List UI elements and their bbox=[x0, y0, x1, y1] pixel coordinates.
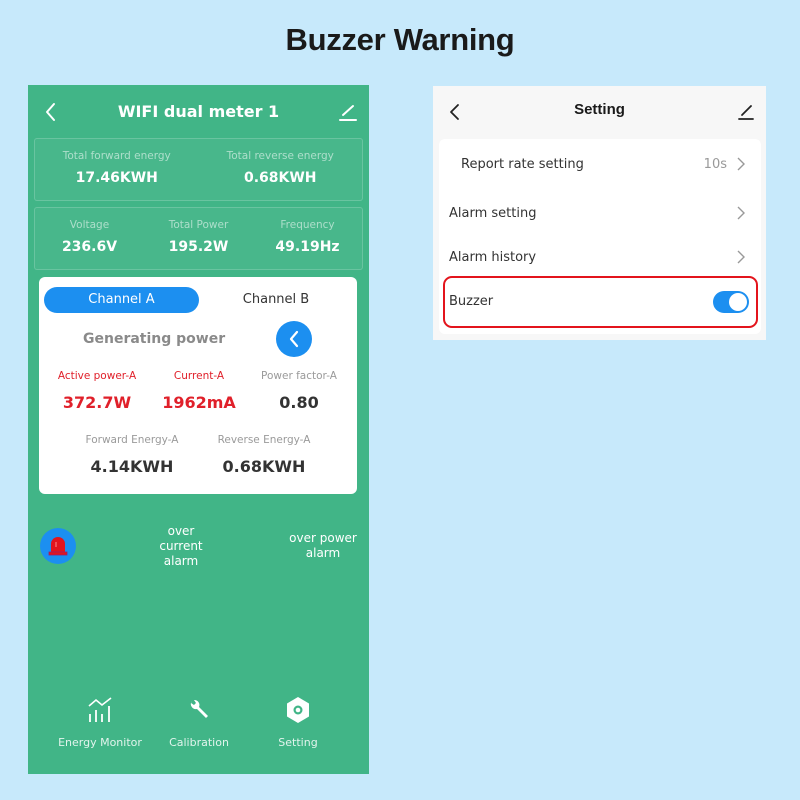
row-value: 10s bbox=[703, 157, 727, 172]
power-status: Generating power bbox=[83, 331, 226, 347]
alarm-line: alarm bbox=[163, 554, 199, 568]
reverse-energy-value: 0.68KWH bbox=[222, 457, 306, 476]
report-rate-row[interactable]: Report rate setting 10s bbox=[439, 145, 761, 185]
frequency-reading: Frequency 49.19Hz bbox=[253, 208, 362, 269]
stat-label: Total Power bbox=[168, 219, 229, 231]
row-label: Alarm setting bbox=[449, 206, 537, 221]
nav-setting[interactable]: Setting bbox=[243, 695, 353, 749]
wrench-icon bbox=[144, 695, 254, 725]
stat-value: 17.46KWH bbox=[75, 170, 158, 186]
meter-screen: WIFI dual meter 1 Total forward energy 1… bbox=[28, 85, 369, 774]
active-power-value: 372.7W bbox=[62, 393, 132, 412]
pencil-icon bbox=[738, 105, 754, 120]
chevron-right-icon bbox=[737, 250, 745, 264]
alarm-siren-button[interactable] bbox=[40, 528, 76, 564]
stat-value: 49.19Hz bbox=[275, 239, 340, 255]
total-energy-box: Total forward energy 17.46KWH Total reve… bbox=[34, 138, 363, 201]
stat-label: Voltage bbox=[69, 219, 110, 231]
power-factor-label: Power factor-A bbox=[261, 370, 337, 382]
page-title: Setting bbox=[574, 101, 625, 118]
meter-header: WIFI dual meter 1 bbox=[28, 85, 369, 139]
total-power-reading: Total Power 195.2W bbox=[144, 208, 253, 269]
nav-energy-monitor[interactable]: Energy Monitor bbox=[45, 695, 155, 749]
nav-label: Calibration bbox=[169, 736, 229, 749]
switch-direction-button[interactable] bbox=[276, 321, 312, 357]
row-label: Report rate setting bbox=[461, 157, 584, 172]
chart-icon bbox=[45, 695, 155, 725]
hex-nut-icon bbox=[243, 695, 353, 725]
current-label: Current-A bbox=[173, 370, 225, 382]
nav-label: Energy Monitor bbox=[58, 736, 142, 749]
buzzer-highlight-outline bbox=[443, 276, 758, 328]
forward-energy-label: Forward Energy-A bbox=[85, 434, 179, 446]
alarm-line: alarm bbox=[305, 546, 341, 560]
chevron-left-icon bbox=[289, 330, 299, 348]
stat-value: 195.2W bbox=[168, 239, 229, 255]
active-power-label: Active power-A bbox=[57, 370, 137, 382]
siren-icon bbox=[48, 537, 68, 556]
total-reverse-energy: Total reverse energy 0.68KWH bbox=[199, 139, 363, 200]
chevron-right-icon bbox=[737, 206, 745, 220]
edit-button[interactable] bbox=[337, 101, 359, 123]
power-factor-value: 0.80 bbox=[279, 393, 319, 412]
row-label: Alarm history bbox=[449, 250, 537, 265]
alarm-line: current bbox=[159, 539, 203, 553]
over-power-alarm: over power alarm bbox=[283, 531, 363, 561]
pencil-icon bbox=[339, 105, 357, 121]
voltage-reading: Voltage 236.6V bbox=[35, 208, 144, 269]
current-value: 1962mA bbox=[162, 393, 236, 412]
channel-card: Channel A Channel B Generating power Act… bbox=[39, 277, 357, 494]
edit-button[interactable] bbox=[736, 102, 756, 126]
stat-label: Frequency bbox=[280, 219, 335, 231]
chevron-right-icon bbox=[737, 157, 745, 171]
stat-label: Total forward energy bbox=[62, 150, 171, 162]
reverse-energy-label: Reverse Energy-A bbox=[217, 434, 311, 446]
device-title: WIFI dual meter 1 bbox=[117, 102, 280, 121]
stat-value: 236.6V bbox=[61, 239, 118, 255]
stat-value: 0.68KWH bbox=[243, 170, 317, 186]
alarm-history-row[interactable]: Alarm history bbox=[439, 238, 761, 278]
total-forward-energy: Total forward energy 17.46KWH bbox=[35, 139, 199, 200]
alarm-line: over power bbox=[289, 531, 357, 545]
alarm-line: over bbox=[167, 524, 195, 538]
tab-channel-a[interactable]: Channel A bbox=[44, 287, 199, 313]
headline: Buzzer Warning bbox=[285, 22, 515, 57]
nav-label: Setting bbox=[278, 736, 318, 749]
alarm-setting-row[interactable]: Alarm setting bbox=[439, 194, 761, 234]
over-current-alarm: over current alarm bbox=[146, 524, 216, 569]
stat-label: Total reverse energy bbox=[226, 150, 334, 162]
forward-energy-value: 4.14KWH bbox=[90, 457, 174, 476]
nav-calibration[interactable]: Calibration bbox=[144, 695, 254, 749]
readings-box: Voltage 236.6V Total Power 195.2W Freque… bbox=[34, 207, 363, 270]
tab-channel-b[interactable]: Channel B bbox=[201, 287, 351, 313]
